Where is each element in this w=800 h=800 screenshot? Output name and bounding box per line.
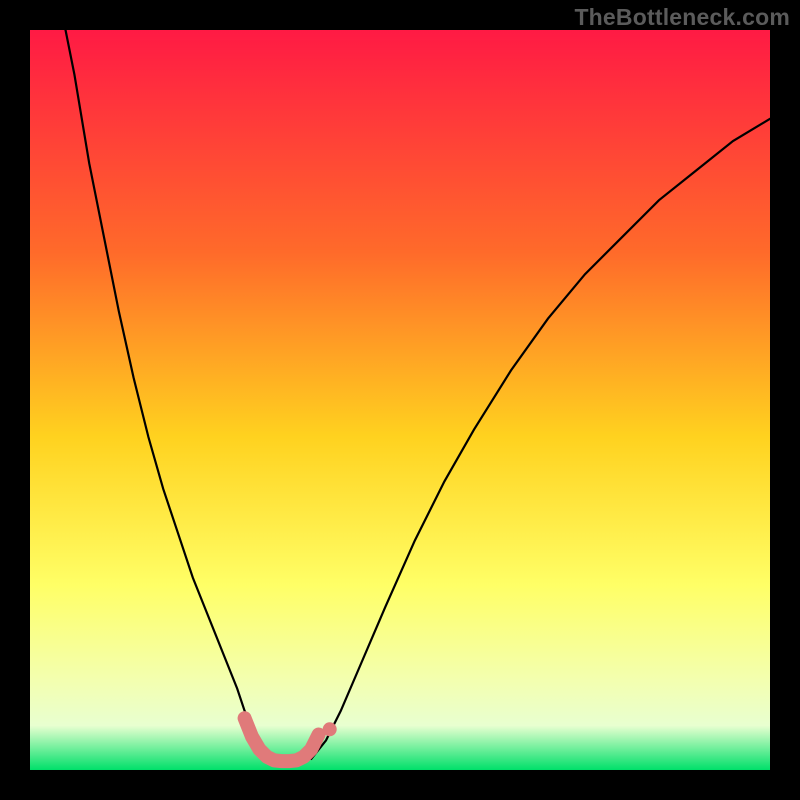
plot-area: [30, 30, 770, 770]
watermark-text: TheBottleneck.com: [574, 4, 790, 31]
bottleneck-chart: [0, 0, 800, 800]
chart-frame: TheBottleneck.com: [0, 0, 800, 800]
dot-above-valley: [323, 722, 337, 736]
